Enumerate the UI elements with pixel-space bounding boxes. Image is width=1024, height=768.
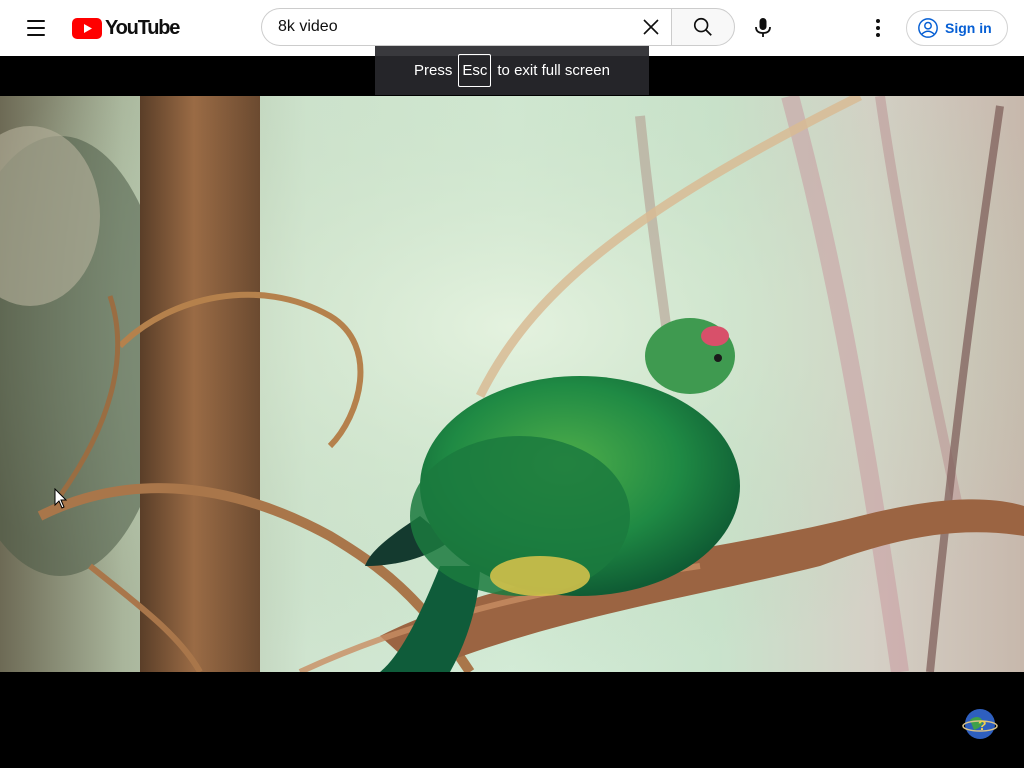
logo-text: YouTube [105,17,180,39]
hamburger-menu-icon[interactable] [20,12,52,44]
youtube-play-icon [72,17,102,39]
sign-in-button[interactable]: Sign in [906,10,1008,46]
account-circle-icon [918,18,938,38]
toast-suffix: to exit full screen [497,62,610,79]
video-player[interactable] [0,96,1024,672]
search-button[interactable] [671,8,735,46]
search-input[interactable] [278,9,628,45]
search-box[interactable] [261,8,671,46]
microphone-icon [755,18,771,37]
esc-key-hint: Esc [458,54,492,87]
more-vert-icon[interactable] [862,12,894,44]
svg-text:?: ? [978,717,987,733]
youtube-logo[interactable]: YouTube [72,16,180,40]
close-icon[interactable] [639,15,663,39]
voice-search-button[interactable] [744,10,782,46]
help-globe-icon[interactable]: ? [962,706,998,742]
search-icon [693,17,712,36]
mouse-cursor-icon [54,488,68,509]
sign-in-label: Sign in [945,20,992,36]
video-frame-bird [0,96,1024,672]
fullscreen-exit-toast: Press Esc to exit full screen [375,46,649,95]
toast-prefix: Press [414,62,453,79]
